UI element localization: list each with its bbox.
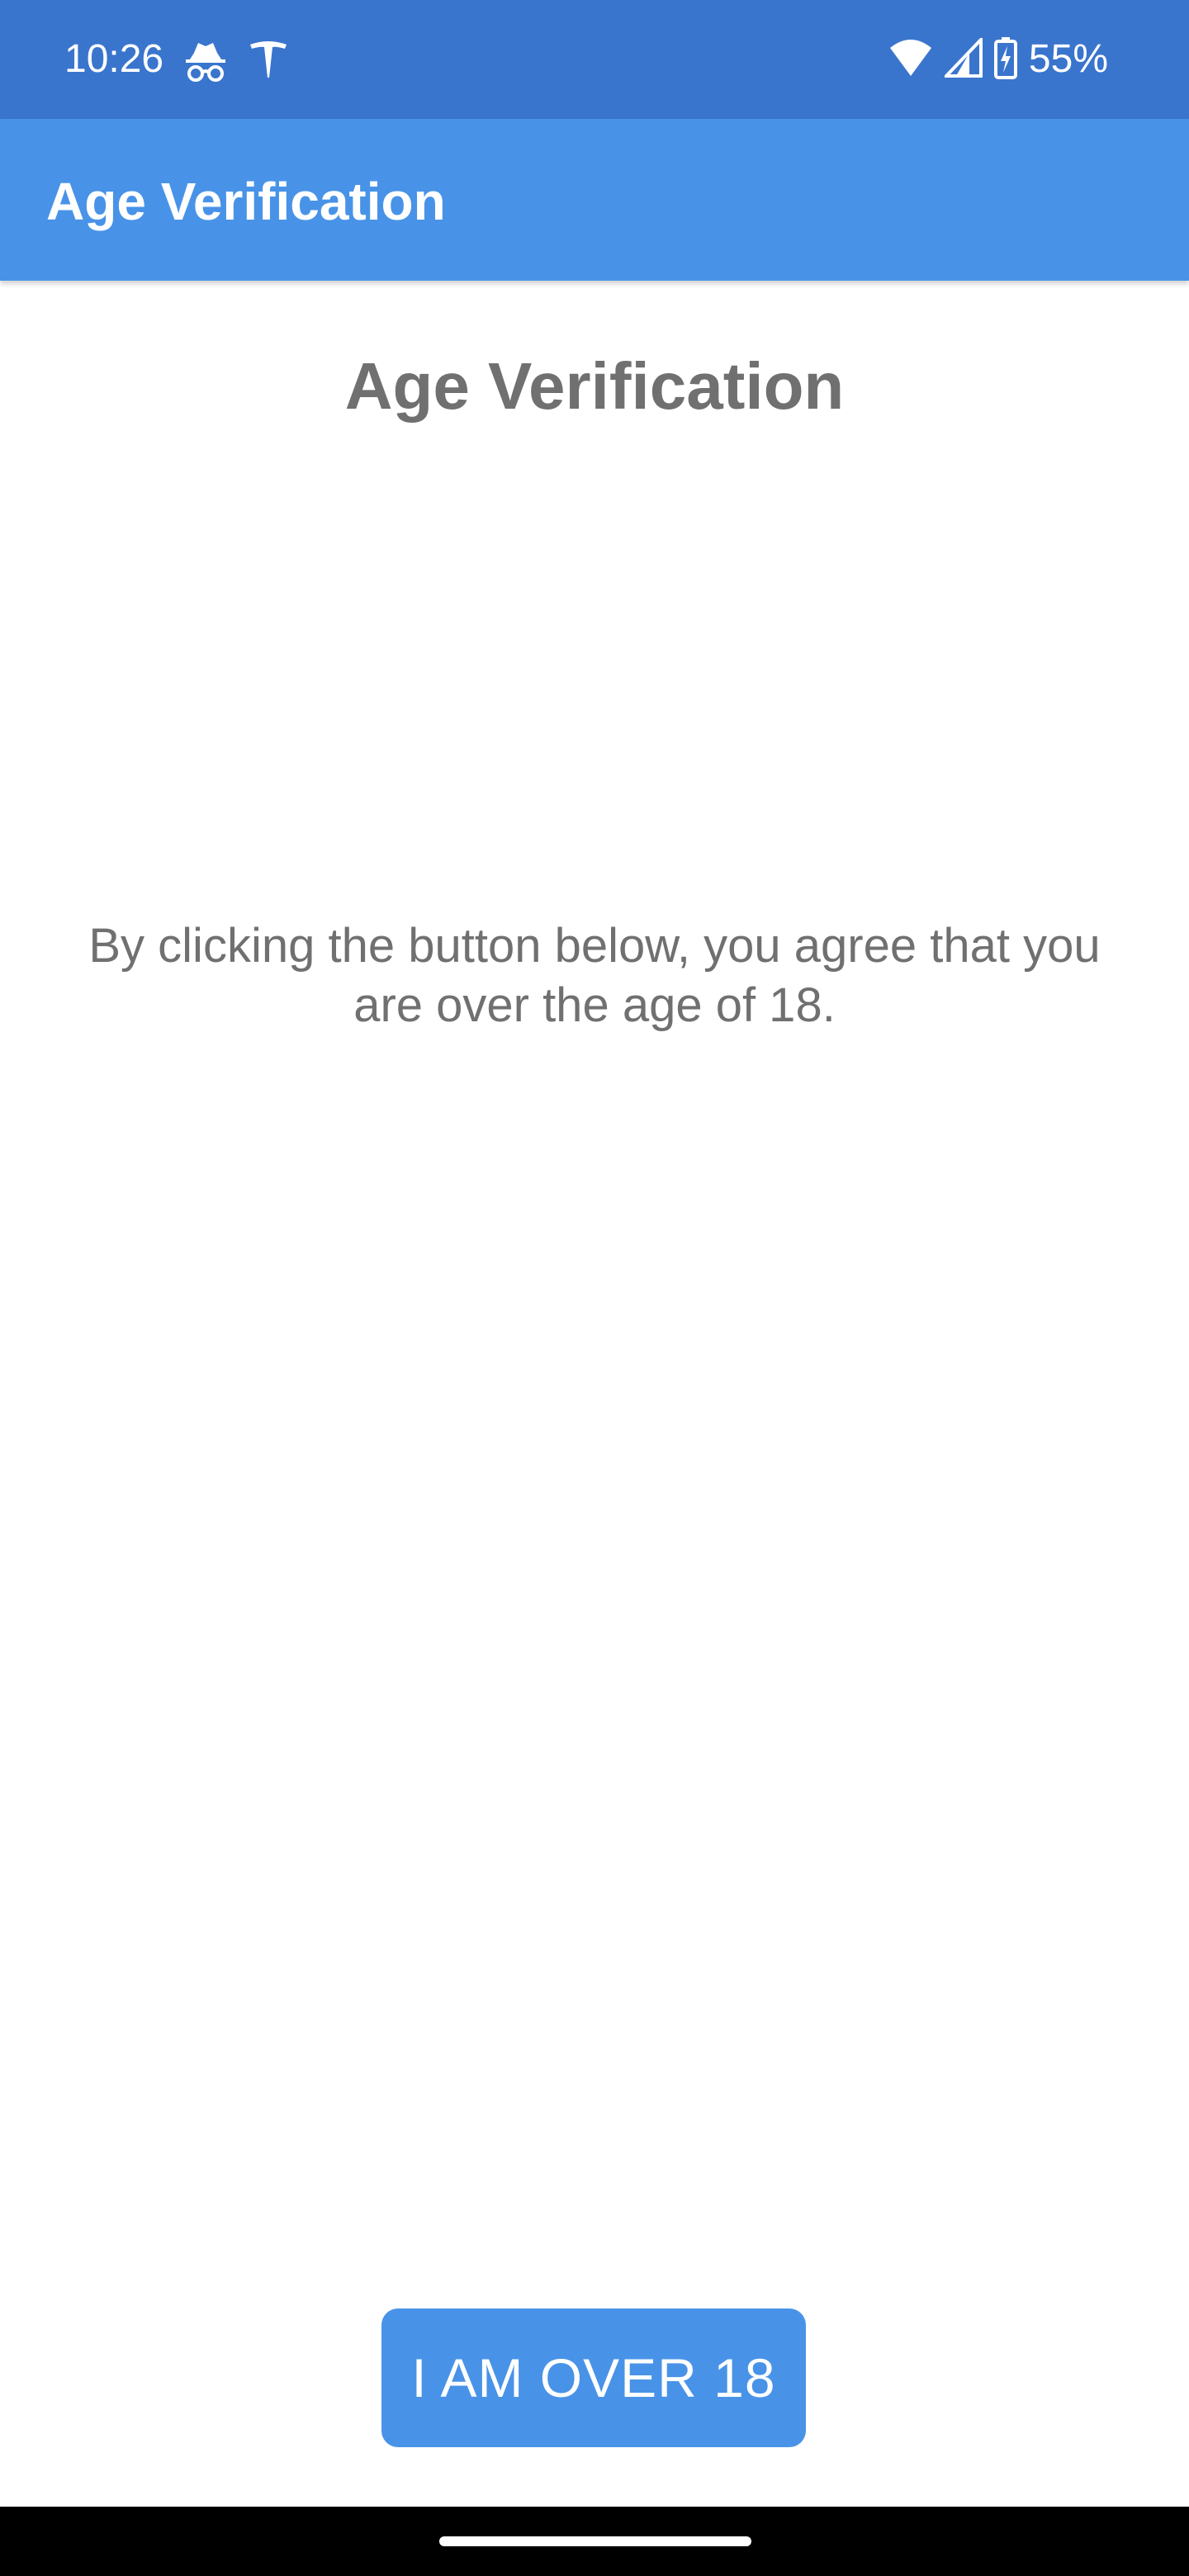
battery-charging-icon [993,36,1017,83]
app-bar: Age Verification [0,119,1189,281]
status-time: 10:26 [64,37,164,81]
status-left-icons [183,36,289,86]
signal-icon [942,35,983,82]
navigation-bar [0,2507,1189,2576]
confirm-over-18-button[interactable]: I AM OVER 18 [381,2308,806,2447]
status-right-icons: 55% [888,35,1108,84]
status-bar: 10:26 55% [0,0,1189,119]
home-gesture-handle[interactable] [439,2536,751,2546]
age-agreement-message: By clicking the button below, you agree … [88,919,1101,1032]
app-bar-title: Age Verification [46,172,446,231]
tesla-icon [248,36,289,86]
wifi-icon [888,38,933,82]
incognito-icon [183,36,228,86]
page-heading: Age Verification [344,349,845,423]
battery-percentage: 55% [1028,37,1108,81]
